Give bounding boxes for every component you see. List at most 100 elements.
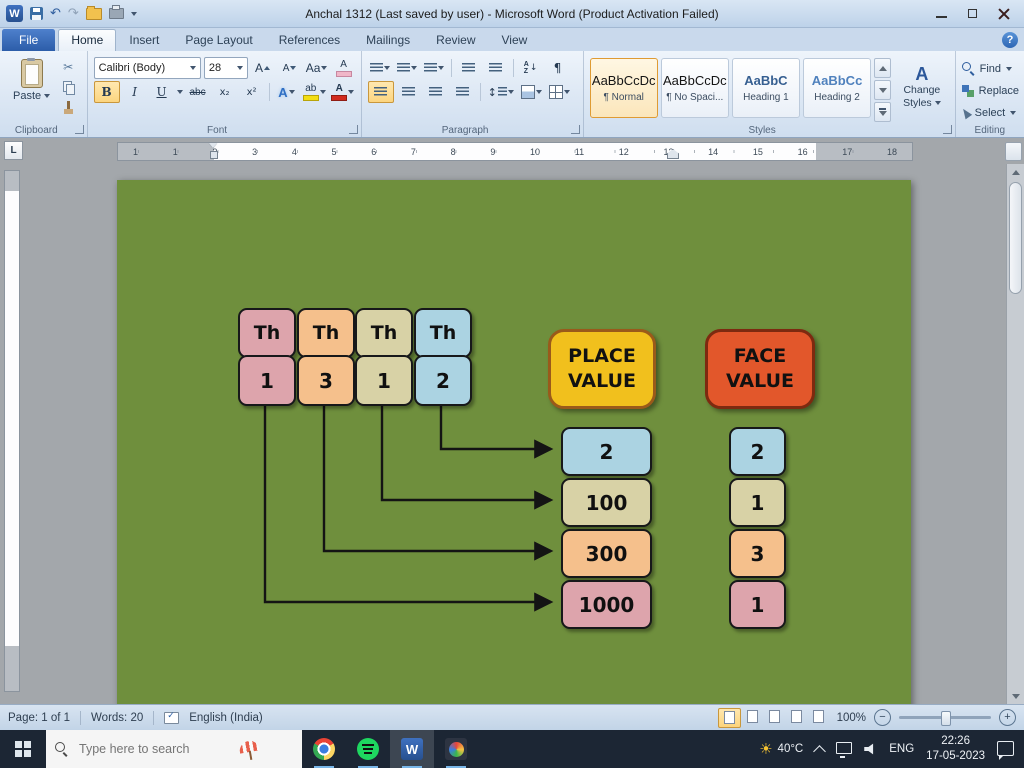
place-value-100[interactable]: 100	[561, 478, 652, 527]
digit-box-1[interactable]: 1	[238, 355, 296, 406]
face-value-2[interactable]: 2	[729, 427, 786, 476]
digit-box-1b[interactable]: 1	[355, 355, 413, 406]
paste-button[interactable]: Paste	[6, 56, 57, 115]
place-value-1000[interactable]: 1000	[561, 580, 652, 629]
shading-button[interactable]	[519, 82, 544, 102]
styles-scroll-down-button[interactable]	[874, 80, 891, 100]
close-button[interactable]	[997, 8, 1010, 19]
zoom-out-button[interactable]: −	[874, 709, 891, 726]
quick-print-icon[interactable]	[109, 8, 124, 19]
font-name-combo[interactable]: Calibri (Body)	[94, 57, 201, 79]
increase-indent-button[interactable]	[484, 58, 508, 78]
style-heading-1[interactable]: AaBbC Heading 1	[732, 58, 800, 118]
tab-mailings[interactable]: Mailings	[353, 29, 423, 51]
undo-icon[interactable]: ↶	[50, 7, 61, 20]
align-right-button[interactable]	[424, 82, 448, 102]
word-logo-icon[interactable]: W	[6, 5, 23, 22]
restore-button[interactable]	[966, 8, 979, 19]
zoom-slider-thumb[interactable]	[941, 711, 951, 726]
bullets-button[interactable]	[368, 58, 392, 78]
taskbar-chrome-icon[interactable]	[302, 730, 346, 768]
left-indent-marker[interactable]	[209, 143, 218, 159]
grow-font-button[interactable]: A	[251, 58, 275, 78]
input-language[interactable]: ENG	[889, 743, 914, 755]
font-color-button[interactable]: A	[330, 82, 356, 102]
tab-page-layout[interactable]: Page Layout	[172, 29, 265, 51]
tab-references[interactable]: References	[266, 29, 353, 51]
clear-formatting-button[interactable]: A	[332, 58, 356, 78]
page-count[interactable]: Page: 1 of 1	[8, 712, 70, 724]
help-icon[interactable]: ?	[1002, 32, 1018, 48]
view-ruler-toggle[interactable]	[1005, 142, 1022, 161]
vertical-scrollbar[interactable]	[1006, 164, 1024, 704]
taskbar-spotify-icon[interactable]	[346, 730, 390, 768]
cut-button[interactable]: ✂	[63, 59, 75, 75]
style-no-spacing[interactable]: AaBbCcDc ¶ No Spaci...	[661, 58, 729, 118]
select-button[interactable]: Select	[962, 104, 1019, 121]
multilevel-list-button[interactable]	[422, 58, 446, 78]
copy-button[interactable]	[63, 79, 75, 95]
minimize-button[interactable]	[935, 8, 948, 19]
subscript-button[interactable]: x₂	[213, 82, 237, 102]
font-size-combo[interactable]: 28	[204, 57, 248, 79]
taskbar-word-icon[interactable]: W	[390, 730, 434, 768]
hidden-icons-chevron[interactable]	[813, 745, 826, 758]
line-spacing-button[interactable]: ↕	[486, 82, 516, 102]
place-column-header-1[interactable]: Th	[238, 308, 296, 358]
start-button[interactable]	[0, 730, 46, 768]
proofing-icon[interactable]	[164, 712, 179, 724]
change-styles-button[interactable]: A Change Styles	[894, 58, 950, 116]
numbering-button[interactable]	[395, 58, 419, 78]
open-folder-icon[interactable]	[86, 8, 102, 20]
digit-box-3[interactable]: 3	[297, 355, 355, 406]
highlight-color-button[interactable]: ab	[302, 82, 328, 102]
align-center-button[interactable]	[397, 82, 421, 102]
underline-button[interactable]: U	[150, 82, 174, 102]
taskbar-photos-icon[interactable]	[434, 730, 478, 768]
tab-stop-selector[interactable]: L	[4, 141, 23, 160]
zoom-in-button[interactable]: +	[999, 709, 1016, 726]
scroll-down-button[interactable]	[1007, 688, 1024, 704]
place-value-title[interactable]: PLACE VALUE	[548, 329, 656, 409]
place-value-2[interactable]: 2	[561, 427, 652, 476]
digit-box-2[interactable]: 2	[414, 355, 472, 406]
customize-qat-dropdown-icon[interactable]	[131, 12, 137, 16]
italic-button[interactable]: I	[123, 82, 147, 102]
weather-widget[interactable]: ☀ 40°C	[759, 742, 803, 757]
styles-dialog-launcher-icon[interactable]	[943, 125, 952, 134]
notification-center-icon[interactable]	[997, 741, 1014, 756]
tab-view[interactable]: View	[489, 29, 541, 51]
web-layout-view-button[interactable]	[764, 708, 785, 726]
shrink-font-button[interactable]: A	[278, 58, 302, 78]
draft-view-button[interactable]	[808, 708, 829, 726]
sort-button[interactable]: AZ ↓	[519, 58, 543, 78]
save-icon[interactable]	[30, 7, 43, 20]
display-tray-icon[interactable]	[836, 742, 852, 754]
format-painter-button[interactable]	[63, 99, 75, 115]
borders-button[interactable]	[547, 82, 572, 102]
document-page[interactable]: Th Th Th Th 1 3 1 2 PLACE VALUE FACE VAL…	[117, 180, 911, 704]
language-indicator[interactable]: English (India)	[189, 712, 263, 724]
underline-dropdown-icon[interactable]	[177, 90, 183, 94]
face-value-1b[interactable]: 1	[729, 580, 786, 629]
outline-view-button[interactable]	[786, 708, 807, 726]
strikethrough-button[interactable]: abc	[186, 82, 210, 102]
tab-review[interactable]: Review	[423, 29, 488, 51]
text-effects-button[interactable]: A	[275, 82, 299, 102]
full-screen-reading-view-button[interactable]	[742, 708, 763, 726]
tab-home[interactable]: Home	[58, 29, 116, 51]
paragraph-dialog-launcher-icon[interactable]	[571, 125, 580, 134]
word-count[interactable]: Words: 20	[91, 712, 143, 724]
justify-button[interactable]	[451, 82, 475, 102]
show-paragraph-marks-button[interactable]: ¶	[546, 58, 570, 78]
scrollbar-thumb[interactable]	[1009, 182, 1022, 294]
styles-gallery-more-button[interactable]	[874, 102, 891, 122]
find-button[interactable]: Find	[962, 60, 1019, 77]
redo-icon[interactable]: ↷	[68, 7, 79, 20]
face-value-3[interactable]: 3	[729, 529, 786, 578]
style-normal[interactable]: AaBbCcDc ¶ Normal	[590, 58, 658, 118]
search-input[interactable]	[77, 741, 231, 757]
face-value-title[interactable]: FACE VALUE	[705, 329, 815, 409]
taskbar-search-box[interactable]	[46, 730, 302, 768]
styles-scroll-up-button[interactable]	[874, 58, 891, 78]
